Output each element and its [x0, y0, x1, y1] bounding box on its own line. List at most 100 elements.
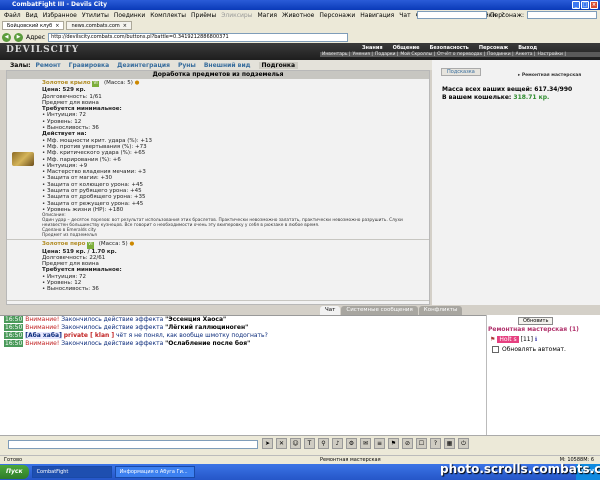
auto-refresh[interactable]: Обновлять автомат. [492, 346, 566, 353]
item-image[interactable] [7, 79, 39, 239]
chat-warning: Внимание! [25, 324, 60, 331]
item-name[interactable]: Золотое перо [42, 241, 85, 247]
hall-tab[interactable]: Подгонка [258, 61, 299, 69]
game-subnav-item[interactable]: Умения | [353, 52, 373, 57]
menu-item[interactable]: Поединки [114, 12, 145, 19]
user-level: [11] [520, 336, 533, 343]
item-name[interactable]: Золотое крыло [42, 80, 91, 86]
persona-input[interactable] [527, 11, 597, 19]
game-nav-item[interactable]: Безопасность [430, 45, 469, 51]
maximize-button[interactable]: □ [581, 1, 589, 9]
send-icon[interactable]: ➤ [262, 438, 273, 449]
online-user[interactable]: ⚑ Holt s [11] ℹ [490, 336, 537, 343]
tab-club[interactable]: Бойцовский клуб × [2, 21, 65, 30]
chat-time[interactable]: 16:50 [4, 316, 24, 323]
game-nav-item[interactable]: Знания [362, 45, 383, 51]
chat-private[interactable]: private [ klan ] [64, 332, 114, 339]
item-badge: VI [87, 242, 94, 249]
chat-tab[interactable]: Чат [320, 306, 341, 315]
info-icon[interactable]: ● [135, 80, 140, 86]
mail-icon[interactable]: ✉ [360, 438, 371, 449]
menu-item[interactable]: Навигация [360, 12, 394, 19]
menu-item[interactable]: Файл [4, 12, 21, 19]
hall-label: Залы: [10, 61, 31, 69]
back-arrow-icon[interactable]: ◀ [2, 32, 11, 42]
exit-icon[interactable]: ⏻ [458, 438, 469, 449]
start-button[interactable]: Пуск [0, 465, 29, 479]
chat-input[interactable] [8, 440, 258, 449]
wallet-amount: 318.71 кр. [513, 94, 550, 101]
user-info-icon[interactable]: ℹ [535, 336, 537, 343]
close-button[interactable]: × [590, 1, 598, 9]
game-subnav-item[interactable]: Отчёт о переводах | [437, 52, 485, 57]
close-icon[interactable]: × [123, 22, 127, 29]
forward-arrow-icon[interactable]: ▶ [14, 32, 23, 42]
game-nav-item[interactable]: Общение [393, 45, 420, 51]
game-subnav-item[interactable]: Настройки | [538, 52, 566, 57]
menu-item[interactable]: Животное [282, 12, 314, 19]
menu-item[interactable]: Персонажи [319, 12, 355, 19]
minimize-button[interactable]: _ [572, 1, 580, 9]
menu-item[interactable]: Приёмы [191, 12, 216, 19]
hall-tab[interactable]: Дезинтеграция [117, 62, 170, 69]
game-nav-item[interactable]: Персонаж [479, 45, 508, 51]
chat-time[interactable]: 16:50 [4, 340, 24, 347]
clan-chat-icon[interactable]: ⚑ [388, 438, 399, 449]
chat-effect: "Лёгкий галлюциноген" [165, 324, 249, 331]
hall-tab[interactable]: Гравировка [69, 62, 110, 69]
menu-item[interactable]: Вид [26, 12, 38, 19]
chat-warning: Внимание! [25, 316, 60, 323]
hall-tab[interactable]: Руны [178, 62, 196, 69]
translit-icon[interactable]: T [304, 438, 315, 449]
game-subnav-item[interactable]: Анкета | [516, 52, 536, 57]
smile-icon[interactable]: ☺ [290, 438, 301, 449]
game-subnav-item[interactable]: Подарки | [375, 52, 398, 57]
refresh-button[interactable]: Обновить [518, 317, 554, 325]
game-nav-item[interactable]: Выход [518, 45, 537, 51]
hint-button[interactable]: Подсказка [441, 68, 481, 76]
item-badge: VI [92, 81, 99, 88]
task-combatfight[interactable]: CombatFight [31, 466, 112, 478]
menu-item[interactable]: Комплекты [150, 12, 186, 19]
chat-tab[interactable]: Конфликты [418, 306, 463, 315]
status-mid: Ремонтная мастерская [320, 457, 381, 463]
game-subnav-item[interactable]: Поединки | [487, 52, 513, 57]
scroll-icon[interactable]: ≡ [374, 438, 385, 449]
filter-icon[interactable]: ⚲ [318, 438, 329, 449]
repair-shop-label: Ремонтная мастерская [521, 73, 582, 78]
chat-time[interactable]: 16:50 [4, 332, 24, 339]
sound-icon[interactable]: ♪ [332, 438, 343, 449]
tab-news[interactable]: news.combats.com × [66, 21, 132, 30]
hall-tab[interactable]: Внешний вид [204, 62, 251, 69]
menu-item[interactable]: Магия [257, 12, 277, 19]
watermark: photo.scrolls.combats.com [440, 462, 600, 476]
menu-item[interactable]: Эликсиры [221, 12, 252, 19]
auto-refresh-checkbox[interactable] [492, 346, 499, 353]
chat-tab[interactable]: Системные сообщения [341, 306, 418, 315]
item-image[interactable] [7, 240, 39, 300]
menu-item[interactable]: Чат [399, 12, 410, 19]
close-icon[interactable]: × [55, 22, 59, 29]
menu-search-box[interactable] [416, 11, 487, 19]
chat-effect: "Ослабление после боя" [165, 340, 251, 347]
url-input[interactable]: http://devilscity.combats.com/buttons.pl… [48, 32, 349, 42]
help-icon[interactable]: ? [430, 438, 441, 449]
clear-icon[interactable]: ✕ [276, 438, 287, 449]
chat-nick[interactable]: [Аба хаба] [25, 332, 62, 339]
tab-club-label: Бойцовский клуб [7, 23, 53, 29]
task-info[interactable]: Информация о Абуга Ги... [114, 466, 195, 478]
hall-tab[interactable]: Ремонт [36, 62, 61, 69]
chat-time[interactable]: 16:50 [4, 324, 24, 331]
map-icon[interactable]: ▦ [444, 438, 455, 449]
game-subnav-item[interactable]: Мой Скроллы | [400, 52, 435, 57]
menu-item[interactable]: Утилиты [82, 12, 109, 19]
lock-icon[interactable]: ☐ [416, 438, 427, 449]
game-subnav-item[interactable]: Инвентарь | [322, 52, 351, 57]
info-icon[interactable]: ● [129, 241, 134, 247]
ignore-icon[interactable]: ⊘ [402, 438, 413, 449]
item-mass: (Масса: 5) [98, 241, 128, 248]
settings-icon[interactable]: ⚙ [346, 438, 357, 449]
user-nick[interactable]: Holt s [497, 336, 519, 343]
menu-item[interactable]: Избранное [43, 12, 77, 19]
repair-shop-link[interactable]: ▸ Ремонтная мастерская [518, 73, 581, 78]
